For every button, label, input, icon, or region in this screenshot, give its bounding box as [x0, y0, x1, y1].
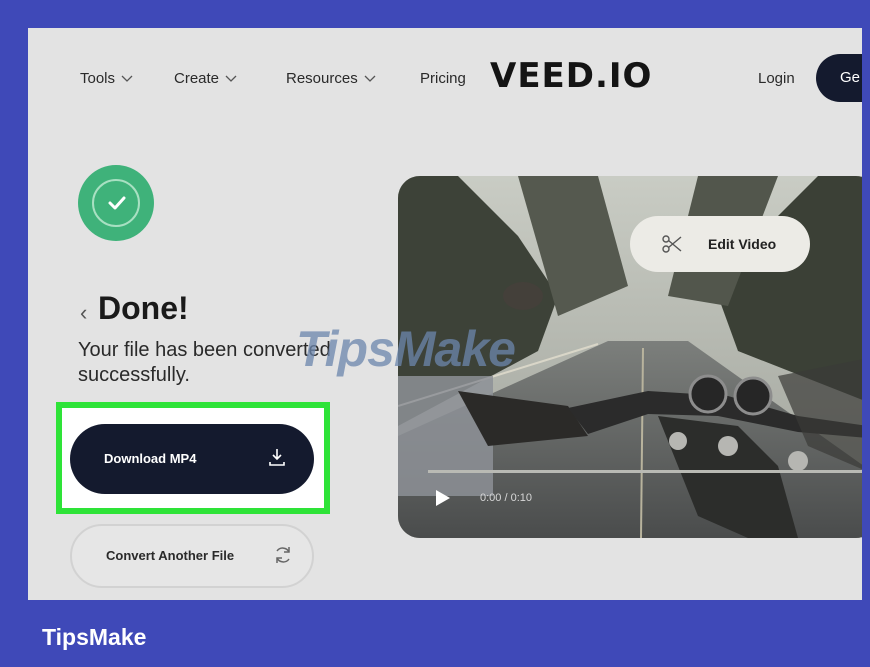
play-icon[interactable]	[434, 488, 452, 508]
edit-video-label: Edit Video	[708, 236, 777, 252]
video-time-display: 0:00 / 0:10	[480, 492, 532, 504]
check-icon	[108, 196, 126, 210]
nav-tools-label: Tools	[80, 70, 116, 87]
screenshot-frame: Tools Create Resources Pricing VEED.IO L…	[28, 28, 862, 600]
nav-create-label: Create	[174, 70, 220, 87]
success-badge	[78, 165, 154, 241]
chevron-down-icon	[364, 75, 376, 82]
top-border	[0, 0, 870, 28]
nav-tools[interactable]: Tools	[80, 70, 133, 87]
chevron-down-icon	[225, 75, 237, 82]
convert-another-file-button[interactable]: Convert Another File	[70, 524, 314, 588]
video-progress-bar[interactable]	[428, 470, 862, 473]
download-icon	[269, 449, 285, 466]
top-navigation: Tools Create Resources Pricing VEED.IO L…	[28, 28, 862, 128]
watermark: TipsMake	[296, 321, 516, 377]
nav-pricing[interactable]: Pricing	[420, 70, 466, 87]
download-mp4-label: Download MP4	[104, 451, 197, 466]
nav-create[interactable]: Create	[174, 70, 237, 87]
login-link[interactable]: Login	[758, 70, 795, 87]
get-started-button[interactable]: Ge	[816, 54, 862, 102]
success-badge-ring	[92, 179, 140, 227]
veed-logo[interactable]: VEED.IO	[490, 56, 652, 96]
download-mp4-button[interactable]: Download MP4	[70, 424, 314, 494]
nav-pricing-label: Pricing	[420, 70, 466, 87]
chevron-down-icon	[121, 75, 133, 82]
nav-resources-label: Resources	[286, 70, 358, 87]
convert-another-file-label: Convert Another File	[106, 548, 235, 563]
edit-video-button[interactable]: Edit Video	[630, 216, 810, 272]
refresh-icon	[276, 547, 290, 563]
footer-brand: TipsMake	[42, 624, 147, 650]
back-chevron-icon[interactable]: ‹	[80, 300, 87, 326]
nav-resources[interactable]: Resources	[286, 70, 376, 87]
scissors-icon	[662, 235, 682, 253]
status-title: Done!	[98, 290, 189, 326]
